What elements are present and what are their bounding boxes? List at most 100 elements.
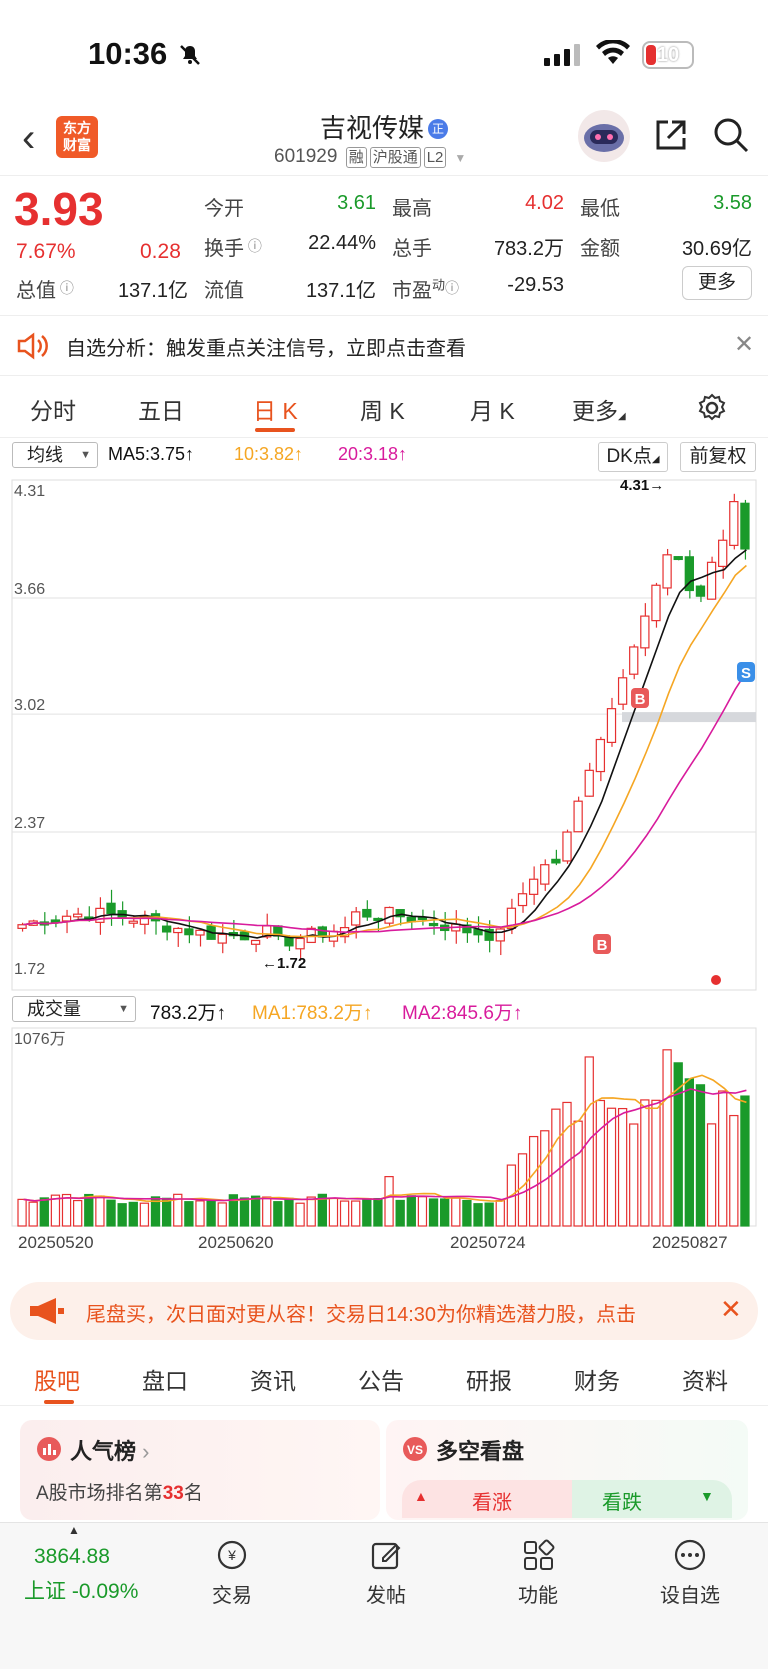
nav-post-label: 发帖 xyxy=(366,1585,406,1607)
chevron-right-icon: › xyxy=(136,1439,150,1464)
ma5-line xyxy=(23,549,747,939)
tab-news[interactable]: 资讯 xyxy=(250,1362,296,1396)
info-icon[interactable]: ⓘ xyxy=(244,238,262,254)
candle-body xyxy=(173,927,183,934)
bull-label: 看涨 xyxy=(472,1492,512,1514)
gear-icon[interactable] xyxy=(696,392,728,424)
candle-body xyxy=(640,615,650,649)
wifi-icon xyxy=(596,40,630,64)
tab-five-day[interactable]: 五日 xyxy=(138,392,184,426)
indicator-select[interactable]: 均线 ▼ xyxy=(12,442,98,468)
tab-monthly-k[interactable]: 月 K xyxy=(470,392,515,426)
caret-up-icon: ▲ xyxy=(68,1523,80,1537)
assistant-avatar[interactable] xyxy=(578,110,630,162)
volume-bar xyxy=(217,1202,227,1227)
date-label: 20250827 xyxy=(652,1233,728,1252)
date-label: 20250520 xyxy=(18,1233,94,1252)
rank-title: 人气榜 › xyxy=(70,1434,149,1466)
tab-daily-k[interactable]: 日 K xyxy=(253,392,298,426)
candle-body xyxy=(428,922,439,927)
candle-body xyxy=(50,919,61,923)
edit-icon xyxy=(371,1542,401,1570)
ma-legend-bar: 均线 ▼ MA5:3.75↑ 10:3.82↑ 20:3.18↑ DK点◢ 前复权 xyxy=(0,442,768,472)
trade-marker-S: S xyxy=(741,665,751,682)
tab-weekly-k[interactable]: 周 K xyxy=(360,392,405,426)
clock: 10:36 xyxy=(88,36,168,71)
volume-bar xyxy=(428,1198,439,1227)
candle-body xyxy=(662,554,672,589)
candle-body xyxy=(73,913,83,918)
tab-guba[interactable]: 股吧 xyxy=(34,1362,80,1396)
candle-body xyxy=(517,893,528,907)
share-icon[interactable] xyxy=(652,116,690,154)
dk-point-button[interactable]: DK点◢ xyxy=(598,442,668,472)
bull-bear-title: 多空看盘 xyxy=(436,1439,525,1464)
high-label: 最高 xyxy=(392,198,432,220)
info-icon[interactable]: ⓘ xyxy=(56,280,74,296)
bull-bear-card[interactable]: VS 多空看盘 ▲ 看涨 看跌 ▼ xyxy=(386,1420,748,1520)
close-icon[interactable]: ✕ xyxy=(720,1294,742,1325)
tab-profile[interactable]: 资料 xyxy=(682,1362,728,1396)
rank-number: 33 xyxy=(162,1483,184,1504)
volume-bar xyxy=(484,1202,494,1227)
search-icon[interactable] xyxy=(712,116,750,154)
tab-order-book[interactable]: 盘口 xyxy=(142,1362,188,1396)
max-price-label: 4.31→ xyxy=(620,477,664,494)
svg-text:VS: VS xyxy=(407,1443,423,1457)
y-axis-label: 1.72 xyxy=(14,961,45,978)
volume-bar xyxy=(28,1201,38,1227)
candle-body xyxy=(61,915,72,922)
nav-trade[interactable]: ¥ 交易 xyxy=(182,1537,282,1608)
volume-bar xyxy=(406,1195,416,1227)
candle-body xyxy=(217,933,227,944)
low-label: 最低 xyxy=(580,198,620,220)
volume-value: 783.2万↑ xyxy=(150,1003,227,1024)
tab-announcements[interactable]: 公告 xyxy=(358,1362,404,1396)
stock-code: 601929 xyxy=(274,146,338,167)
volume-indicator-select[interactable]: 成交量 ▼ xyxy=(12,996,136,1022)
index-value[interactable]: 3864.88 xyxy=(34,1545,110,1569)
volume-bar xyxy=(729,1114,739,1227)
last-price: 3.93 xyxy=(14,183,104,235)
popularity-card[interactable]: 人气榜 › A股市场排名第33名 xyxy=(20,1420,380,1520)
nav-functions[interactable]: 功能 xyxy=(488,1537,588,1608)
megaphone-icon xyxy=(30,1298,64,1324)
notice-bar[interactable]: 自选分析：触发重点关注信号，立即点击查看 ✕ xyxy=(0,316,768,376)
tab-research[interactable]: 研报 xyxy=(466,1362,512,1396)
promo-banner[interactable]: 尾盘买，次日面对更从容！交易日14:30为你精选潜力股，点击 ✕ xyxy=(10,1282,758,1340)
dk-point-label: DK点 xyxy=(606,446,652,467)
volume-bar xyxy=(262,1196,272,1227)
candle-body xyxy=(562,831,572,862)
nav-post[interactable]: 发帖 xyxy=(336,1537,436,1608)
amount-label: 金额 xyxy=(580,238,620,260)
volume-chart[interactable]: 1076万 20250520 20250620 20250724 20250827 xyxy=(0,1026,768,1272)
adjust-button[interactable]: 前复权 xyxy=(680,442,756,472)
amount-value: 30.69亿 xyxy=(681,238,752,260)
active-tab-indicator xyxy=(44,1400,74,1404)
index-label[interactable]: 上证 -0.09% xyxy=(24,1575,138,1605)
chevron-down-icon: ▼ xyxy=(454,151,467,165)
svg-text:¥: ¥ xyxy=(227,1547,236,1563)
tab-more[interactable]: 更多◢ xyxy=(572,392,626,426)
more-button[interactable]: 更多 xyxy=(682,266,752,300)
bear-button[interactable]: 看跌 ▼ xyxy=(572,1480,732,1518)
tab-finance[interactable]: 财务 xyxy=(574,1362,620,1396)
tag-connect: 沪股通 xyxy=(369,147,421,168)
tab-intraday[interactable]: 分时 xyxy=(30,392,76,426)
close-icon[interactable]: ✕ xyxy=(734,330,754,359)
stock-code-row[interactable]: 601929 融沪股通 L2 ▼ xyxy=(274,146,466,168)
candle-body xyxy=(184,928,194,936)
arrow-down-icon: ▼ xyxy=(700,1488,714,1504)
candle-body xyxy=(362,908,372,918)
info-icon[interactable]: ⓘ xyxy=(445,280,459,296)
bull-button[interactable]: ▲ 看涨 xyxy=(402,1480,572,1518)
bottom-nav: ▲ 3864.88 上证 -0.09% ¥ 交易 发帖 功能 设自选 xyxy=(0,1522,768,1669)
turnover-label: 换手 ⓘ xyxy=(204,232,262,261)
tag-l2: L2 xyxy=(423,147,447,168)
nav-watchlist[interactable]: 设自选 xyxy=(640,1537,740,1608)
kline-chart[interactable]: 4.31 3.66 3.02 2.37 1.72 4.31→ ←1.72 B B S xyxy=(0,472,768,996)
open-value: 3.61 xyxy=(337,192,376,214)
candle-body xyxy=(606,708,617,744)
promo-text: 尾盘买，次日面对更从容！交易日14:30为你精选潜力股，点击 xyxy=(86,1304,637,1326)
volume-bar xyxy=(495,1200,505,1227)
